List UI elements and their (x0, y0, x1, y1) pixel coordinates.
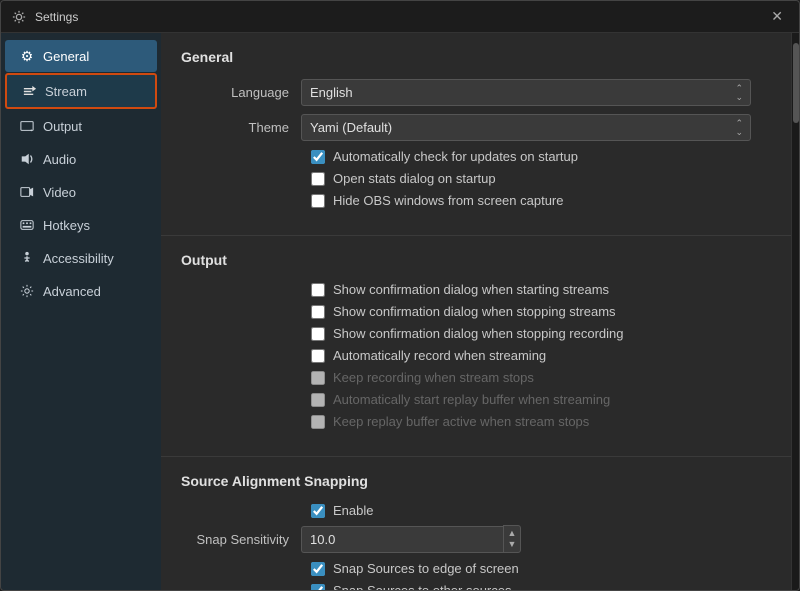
snapping-enable-checkbox[interactable] (311, 504, 325, 518)
language-row: Language English (181, 79, 771, 106)
hide-obs-row: Hide OBS windows from screen capture (181, 193, 771, 208)
sidebar-label-video: Video (43, 185, 76, 200)
close-button[interactable]: ✕ (765, 6, 789, 27)
snap-edge-checkbox[interactable] (311, 562, 325, 576)
auto-record-label: Automatically record when streaming (333, 348, 546, 363)
titlebar-left: Settings (11, 9, 78, 25)
keep-recording-checkbox[interactable] (311, 371, 325, 385)
snap-other-row: Snap Sources to other sources (181, 583, 771, 590)
titlebar: Settings ✕ (1, 1, 799, 33)
auto-check-updates-checkbox[interactable] (311, 150, 325, 164)
settings-window: Settings ✕ ⚙ General Stream (0, 0, 800, 591)
language-label: Language (181, 85, 301, 100)
confirm-stop-record-row: Show confirmation dialog when stopping r… (181, 326, 771, 341)
general-icon: ⚙ (19, 48, 35, 64)
general-section: General Language English Theme (161, 33, 791, 236)
confirm-start-row: Show confirmation dialog when starting s… (181, 282, 771, 297)
sidebar-label-audio: Audio (43, 152, 76, 167)
sidebar-item-video[interactable]: Video (5, 176, 157, 208)
language-select-wrapper: English (301, 79, 751, 106)
output-icon (19, 118, 35, 134)
auto-record-row: Automatically record when streaming (181, 348, 771, 363)
snap-sensitivity-spinbox: ▲ ▼ (503, 525, 521, 553)
sidebar-item-accessibility[interactable]: Accessibility (5, 242, 157, 274)
advanced-icon (19, 283, 35, 299)
snapping-section: Source Alignment Snapping Enable Snap Se… (161, 457, 791, 590)
sidebar-label-accessibility: Accessibility (43, 251, 114, 266)
sidebar-item-audio[interactable]: Audio (5, 143, 157, 175)
scrollbar-thumb[interactable] (793, 43, 799, 123)
auto-check-updates-label: Automatically check for updates on start… (333, 149, 578, 164)
stream-icon (21, 83, 37, 99)
open-stats-checkbox[interactable] (311, 172, 325, 186)
snap-sensitivity-input[interactable] (301, 526, 503, 553)
snap-sensitivity-row: Snap Sensitivity ▲ ▼ (181, 525, 771, 553)
snap-sensitivity-label: Snap Sensitivity (181, 532, 301, 547)
snapping-enable-row: Enable (181, 503, 771, 518)
sidebar-label-general: General (43, 49, 89, 64)
snap-other-checkbox[interactable] (311, 584, 325, 591)
keep-replay-checkbox[interactable] (311, 415, 325, 429)
main-content: General Language English Theme (161, 33, 791, 590)
sidebar-item-output[interactable]: Output (5, 110, 157, 142)
hotkeys-icon (19, 217, 35, 233)
sidebar: ⚙ General Stream (1, 33, 161, 590)
confirm-start-checkbox[interactable] (311, 283, 325, 297)
scrollbar[interactable] (791, 33, 799, 590)
audio-icon (19, 151, 35, 167)
keep-replay-row: Keep replay buffer active when stream st… (181, 414, 771, 429)
theme-select[interactable]: Yami (Default) (301, 114, 751, 141)
sidebar-label-advanced: Advanced (43, 284, 101, 299)
sidebar-item-advanced[interactable]: Advanced (5, 275, 157, 307)
confirm-stop-stream-label: Show confirmation dialog when stopping s… (333, 304, 616, 319)
auto-record-checkbox[interactable] (311, 349, 325, 363)
hide-obs-label: Hide OBS windows from screen capture (333, 193, 563, 208)
language-select[interactable]: English (301, 79, 751, 106)
accessibility-icon (19, 250, 35, 266)
snap-sensitivity-up-arrow[interactable]: ▲ (505, 528, 520, 539)
sidebar-label-stream: Stream (45, 84, 87, 99)
snap-other-label: Snap Sources to other sources (333, 583, 512, 590)
output-section-title: Output (181, 252, 771, 268)
video-icon (19, 184, 35, 200)
auto-check-updates-row: Automatically check for updates on start… (181, 149, 771, 164)
snap-edge-label: Snap Sources to edge of screen (333, 561, 519, 576)
keep-recording-label: Keep recording when stream stops (333, 370, 534, 385)
confirm-start-label: Show confirmation dialog when starting s… (333, 282, 609, 297)
window-title: Settings (35, 10, 78, 24)
auto-replay-label: Automatically start replay buffer when s… (333, 392, 610, 407)
sidebar-item-general[interactable]: ⚙ General (5, 40, 157, 72)
auto-replay-row: Automatically start replay buffer when s… (181, 392, 771, 407)
snapping-enable-label: Enable (333, 503, 373, 518)
keep-recording-row: Keep recording when stream stops (181, 370, 771, 385)
auto-replay-checkbox[interactable] (311, 393, 325, 407)
snapping-section-title: Source Alignment Snapping (181, 473, 771, 489)
theme-row: Theme Yami (Default) (181, 114, 771, 141)
hide-obs-checkbox[interactable] (311, 194, 325, 208)
confirm-stop-record-checkbox[interactable] (311, 327, 325, 341)
confirm-stop-stream-checkbox[interactable] (311, 305, 325, 319)
confirm-stop-record-label: Show confirmation dialog when stopping r… (333, 326, 624, 341)
open-stats-row: Open stats dialog on startup (181, 171, 771, 186)
theme-select-wrapper: Yami (Default) (301, 114, 751, 141)
sidebar-item-hotkeys[interactable]: Hotkeys (5, 209, 157, 241)
snap-edge-row: Snap Sources to edge of screen (181, 561, 771, 576)
window-content: ⚙ General Stream (1, 33, 799, 590)
open-stats-label: Open stats dialog on startup (333, 171, 496, 186)
snap-sensitivity-down-arrow[interactable]: ▼ (505, 539, 520, 550)
sidebar-label-output: Output (43, 119, 82, 134)
general-section-title: General (181, 49, 771, 65)
theme-label: Theme (181, 120, 301, 135)
settings-window-icon (11, 9, 27, 25)
keep-replay-label: Keep replay buffer active when stream st… (333, 414, 589, 429)
sidebar-item-stream[interactable]: Stream (5, 73, 157, 109)
output-section: Output Show confirmation dialog when sta… (161, 236, 791, 457)
sidebar-label-hotkeys: Hotkeys (43, 218, 90, 233)
confirm-stop-stream-row: Show confirmation dialog when stopping s… (181, 304, 771, 319)
snap-sensitivity-wrapper: ▲ ▼ (301, 525, 521, 553)
